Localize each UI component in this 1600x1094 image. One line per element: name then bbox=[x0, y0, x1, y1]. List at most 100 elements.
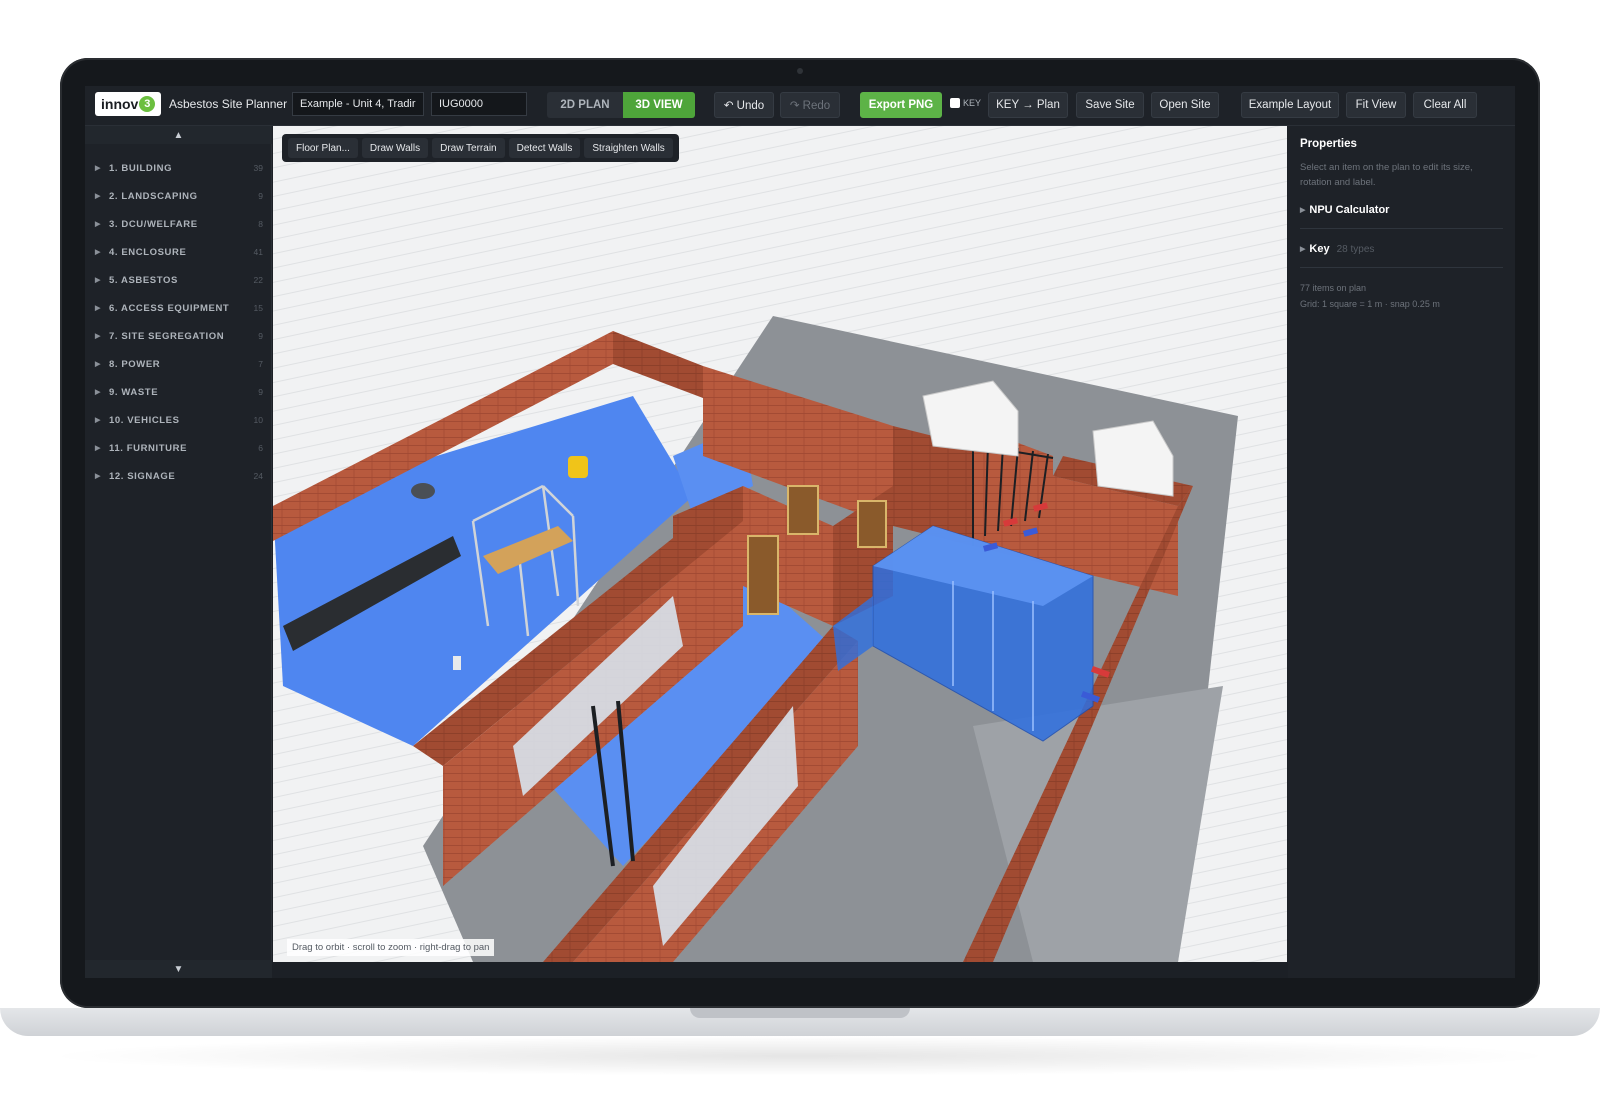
category-label: 12. SIGNAGE bbox=[109, 470, 176, 482]
expand-triangle-icon: ▶ bbox=[95, 305, 101, 312]
open-site-button[interactable]: Open Site bbox=[1151, 92, 1219, 118]
category-label: 10. VEHICLES bbox=[109, 414, 180, 426]
laptop-notch bbox=[690, 1008, 910, 1018]
sidebar-category[interactable]: ▶ 12. SIGNAGE 24 bbox=[95, 466, 263, 486]
viewport-hint: Drag to orbit · scroll to zoom · right-d… bbox=[287, 939, 495, 956]
logo-badge: 3 bbox=[139, 96, 156, 112]
category-count: 22 bbox=[253, 275, 263, 285]
category-count: 15 bbox=[253, 303, 263, 313]
key-toggle-section[interactable]: ▶ Key 28 types bbox=[1300, 243, 1503, 268]
expand-triangle-icon: ▶ bbox=[95, 445, 101, 452]
laptop-shadow bbox=[40, 1036, 1560, 1076]
expand-triangle-icon: ▶ bbox=[95, 249, 101, 256]
category-count: 9 bbox=[258, 191, 263, 201]
category-count: 9 bbox=[258, 331, 263, 341]
floor-plan-button[interactable]: Floor Plan... bbox=[288, 138, 358, 158]
expand-triangle-icon: ▶ bbox=[1300, 246, 1306, 253]
camera-dot bbox=[797, 68, 803, 74]
tab-3d-view[interactable]: 3D VIEW bbox=[623, 92, 695, 118]
npu-fan bbox=[411, 483, 435, 499]
category-count: 39 bbox=[253, 163, 263, 173]
draw-terrain-button[interactable]: Draw Terrain bbox=[432, 138, 505, 158]
category-count: 41 bbox=[253, 247, 263, 257]
sidebar-category[interactable]: ▶ 11. FURNITURE 6 bbox=[95, 438, 263, 458]
3d-scene[interactable] bbox=[273, 126, 1287, 962]
expand-triangle-icon: ▶ bbox=[95, 333, 101, 340]
detect-walls-button[interactable]: Detect Walls bbox=[508, 138, 581, 158]
category-label: 4. ENCLOSURE bbox=[109, 246, 187, 258]
undo-button[interactable]: ↶ Undo bbox=[714, 92, 774, 118]
category-label: 1. BUILDING bbox=[109, 162, 173, 174]
save-site-button[interactable]: Save Site bbox=[1076, 92, 1144, 118]
sidebar-category[interactable]: ▶ 7. SITE SEGREGATION 9 bbox=[95, 326, 263, 346]
category-count: 9 bbox=[258, 387, 263, 397]
sidebar-scroll-down-button[interactable]: ▼ bbox=[85, 960, 272, 978]
spray-bottle bbox=[453, 656, 461, 670]
sidebar-category[interactable]: ▶ 4. ENCLOSURE 41 bbox=[95, 242, 263, 262]
expand-triangle-icon: ▶ bbox=[95, 165, 101, 172]
category-label: 6. ACCESS EQUIPMENT bbox=[109, 302, 230, 314]
top-toolbar: innov 3 Asbestos Site Planner 2D PLAN 3D… bbox=[85, 86, 1515, 126]
category-count: 7 bbox=[258, 359, 263, 369]
category-label: 11. FURNITURE bbox=[109, 442, 188, 454]
key-to-plan-button[interactable]: KEY → Plan bbox=[988, 92, 1068, 118]
key-types-count: 28 types bbox=[1336, 243, 1375, 255]
category-label: 5. ASBESTOS bbox=[109, 274, 178, 286]
sidebar-category[interactable]: ▶ 6. ACCESS EQUIPMENT 15 bbox=[95, 298, 263, 318]
npu-calculator-toggle[interactable]: ▶ NPU Calculator bbox=[1300, 204, 1503, 229]
category-label: 2. LANDSCAPING bbox=[109, 190, 198, 202]
grid-info: Grid: 1 square = 1 m · snap 0.25 m bbox=[1300, 299, 1440, 309]
redo-button[interactable]: ↷ Redo bbox=[780, 92, 840, 118]
sidebar-category[interactable]: ▶ 10. VEHICLES 10 bbox=[95, 410, 263, 430]
straighten-walls-button[interactable]: Straighten Walls bbox=[584, 138, 673, 158]
category-count: 10 bbox=[253, 415, 263, 425]
sidebar-category[interactable]: ▶ 5. ASBESTOS 22 bbox=[95, 270, 263, 290]
draw-walls-button[interactable]: Draw Walls bbox=[361, 138, 429, 158]
category-label: 3. DCU/WELFARE bbox=[109, 218, 198, 230]
door-1 bbox=[787, 485, 819, 535]
category-label: 9. WASTE bbox=[109, 386, 159, 398]
export-png-button[interactable]: Export PNG bbox=[860, 92, 942, 118]
clear-all-button[interactable]: Clear All bbox=[1413, 92, 1477, 118]
3d-viewport[interactable]: Floor Plan... Draw Walls Draw Terrain De… bbox=[273, 126, 1287, 962]
properties-help: Select an item on the plan to edit its s… bbox=[1300, 162, 1473, 188]
expand-triangle-icon: ▶ bbox=[1300, 207, 1306, 214]
expand-triangle-icon: ▶ bbox=[95, 221, 101, 228]
expand-triangle-icon: ▶ bbox=[95, 277, 101, 284]
tab-2d-plan[interactable]: 2D PLAN bbox=[547, 92, 623, 118]
key-label: Key bbox=[1309, 243, 1330, 255]
example-layout-button[interactable]: Example Layout bbox=[1241, 92, 1339, 118]
app-title: Asbestos Site Planner bbox=[169, 97, 288, 111]
door-2 bbox=[857, 500, 887, 548]
site-name-input[interactable] bbox=[292, 92, 424, 116]
expand-triangle-icon: ▶ bbox=[95, 473, 101, 480]
sidebar-category[interactable]: ▶ 3. DCU/WELFARE 8 bbox=[95, 214, 263, 234]
logo-text: innov bbox=[101, 96, 139, 112]
key-checkbox[interactable] bbox=[950, 98, 960, 108]
fit-view-button[interactable]: Fit View bbox=[1346, 92, 1406, 118]
expand-triangle-icon: ▶ bbox=[95, 389, 101, 396]
expand-triangle-icon: ▶ bbox=[95, 361, 101, 368]
key-checkbox-label: KEY bbox=[963, 98, 982, 108]
app-screen: innov 3 Asbestos Site Planner 2D PLAN 3D… bbox=[85, 86, 1515, 978]
expand-triangle-icon: ▶ bbox=[95, 417, 101, 424]
door-3 bbox=[747, 535, 779, 615]
category-count: 8 bbox=[258, 219, 263, 229]
items-on-plan: 77 items on plan bbox=[1300, 283, 1367, 293]
category-label: 8. POWER bbox=[109, 358, 161, 370]
sidebar-category[interactable]: ▶ 9. WASTE 9 bbox=[95, 382, 263, 402]
key-toggle[interactable]: KEY bbox=[950, 98, 981, 108]
sidebar-scroll-up-button[interactable]: ▲ bbox=[85, 126, 272, 144]
sidebar-category[interactable]: ▶ 2. LANDSCAPING 9 bbox=[95, 186, 263, 206]
expand-triangle-icon: ▶ bbox=[95, 193, 101, 200]
category-label: 7. SITE SEGREGATION bbox=[109, 330, 225, 342]
sidebar-category[interactable]: ▶ 1. BUILDING 39 bbox=[95, 158, 263, 178]
npu-calculator-label: NPU Calculator bbox=[1309, 204, 1390, 216]
category-count: 6 bbox=[258, 443, 263, 453]
library-sidebar: ▲ ▶ 1. BUILDING 39 ▶ 2. LANDSCAPING 9 ▶ 3. DCU/… bbox=[85, 126, 272, 978]
site-code-input[interactable] bbox=[431, 92, 527, 116]
drawing-tools: Floor Plan... Draw Walls Draw Terrain De… bbox=[282, 134, 679, 162]
sidebar-category[interactable]: ▶ 8. POWER 7 bbox=[95, 354, 263, 374]
innov8-logo: innov 3 bbox=[95, 92, 161, 116]
properties-title: Properties bbox=[1300, 138, 1357, 150]
